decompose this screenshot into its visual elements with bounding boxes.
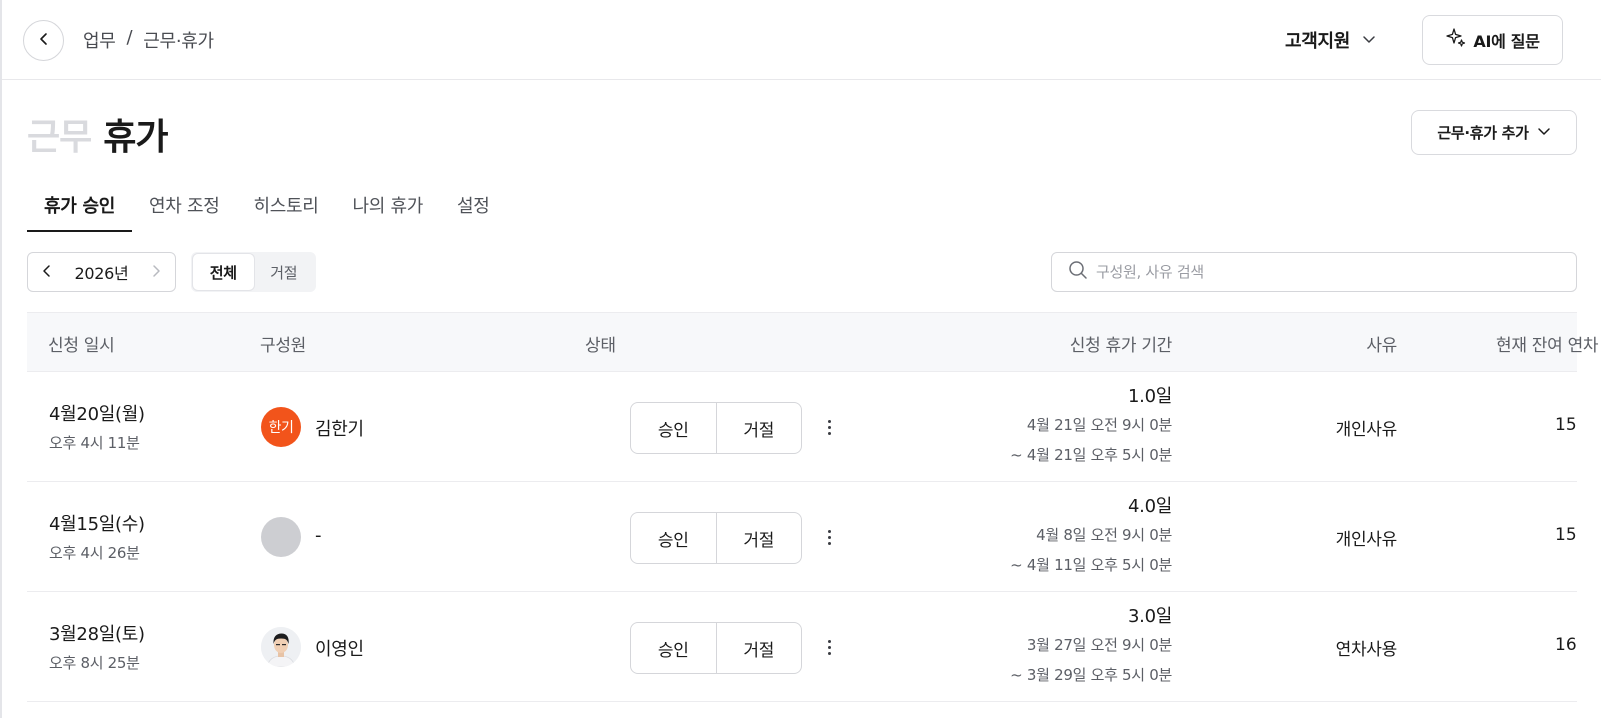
request-time: 오후 4시 11분	[49, 434, 140, 452]
more-vertical-icon[interactable]	[817, 520, 841, 554]
approve-button[interactable]: 승인	[631, 623, 716, 673]
leave-start: 4월 21일 오전 9시 0분	[1026, 416, 1172, 434]
search-icon	[1068, 260, 1088, 284]
leave-end: ~ 4월 21일 오후 5시 0분	[1010, 446, 1172, 464]
tab-leave-approval[interactable]: 휴가 승인	[27, 182, 133, 232]
org-name: 고객지원	[1285, 31, 1351, 52]
approve-button[interactable]: 승인	[631, 403, 716, 453]
request-date: 3월28일(토)	[49, 624, 145, 645]
approval-actions: 승인 거절	[630, 512, 802, 564]
next-year-button[interactable]	[149, 263, 163, 282]
top-bar: 업무 / 근무·휴가 고객지원 AI에 질문	[2, 0, 1601, 80]
request-date: 4월15일(수)	[49, 514, 145, 535]
filter-all[interactable]: 전체	[193, 254, 254, 290]
col-remaining-leave[interactable]: 현재 잔여 연차	[1496, 331, 1599, 356]
leave-period: 3.0일 3월 27일 오전 9시 0분 ~ 3월 29일 오후 5시 0분	[1010, 604, 1172, 690]
filter-rejected[interactable]: 거절	[254, 254, 315, 290]
search-box	[1051, 252, 1577, 292]
leave-reason: 개인사유	[1335, 420, 1398, 440]
avatar: 한기	[261, 407, 301, 447]
col-reason[interactable]: 사유	[1366, 331, 1397, 356]
leave-reason: 개인사유	[1335, 530, 1398, 550]
page-title: 근무 휴가	[27, 108, 169, 160]
request-date: 4월20일(월)	[49, 404, 145, 425]
title-leave[interactable]: 휴가	[103, 108, 168, 160]
ai-question-label: AI에 질문	[1473, 32, 1540, 51]
breadcrumb-separator: /	[126, 27, 133, 48]
remaining-leave: 15	[1555, 415, 1577, 435]
leave-start: 4월 8일 오전 9시 0분	[1036, 526, 1172, 544]
add-work-leave-label: 근무·휴가 추가	[1437, 124, 1529, 142]
member-name[interactable]: 김한기	[315, 415, 364, 441]
member-name[interactable]: -	[315, 525, 322, 546]
table-row[interactable]: 3월28일(토) 오후 8시 25분 이영인 승인 거절 3.0일 3월 27일…	[27, 592, 1577, 702]
leave-period: 4.0일 4월 8일 오전 9시 0분 ~ 4월 11일 오후 5시 0분	[1010, 494, 1172, 580]
more-vertical-icon[interactable]	[817, 630, 841, 664]
table-header: 신청 일시 구성원 상태 신청 휴가 기간 사유 현재 잔여 연차	[27, 312, 1599, 372]
left-border	[0, 0, 2, 718]
avatar-photo	[261, 627, 301, 667]
sparkle-icon	[1445, 27, 1467, 53]
tab-my-leave[interactable]: 나의 휴가	[336, 182, 440, 232]
avatar	[261, 517, 301, 557]
request-time: 오후 4시 26분	[49, 544, 140, 562]
reject-button[interactable]: 거절	[715, 403, 802, 453]
breadcrumb-item-work[interactable]: 업무	[83, 27, 116, 53]
tab-settings[interactable]: 설정	[440, 182, 507, 232]
leave-end: ~ 4월 11일 오후 5시 0분	[1010, 556, 1172, 574]
add-work-leave-button[interactable]: 근무·휴가 추가	[1411, 110, 1577, 155]
chevron-down-icon	[1537, 124, 1551, 142]
tab-bar: 휴가 승인 연차 조정 히스토리 나의 휴가 설정	[27, 182, 507, 232]
leave-days: 4.0일	[1128, 496, 1172, 517]
reject-button[interactable]: 거절	[715, 513, 802, 563]
remaining-leave: 16	[1555, 635, 1577, 655]
leave-end: ~ 3월 29일 오후 5시 0분	[1010, 666, 1172, 684]
chevron-left-icon	[37, 31, 51, 50]
tab-annual-adjustment[interactable]: 연차 조정	[132, 182, 236, 232]
org-selector[interactable]: 고객지원	[1285, 27, 1376, 53]
col-member[interactable]: 구성원	[260, 331, 306, 356]
title-work[interactable]: 근무	[27, 108, 92, 160]
reject-button[interactable]: 거절	[715, 623, 802, 673]
leave-start: 3월 27일 오전 9시 0분	[1026, 636, 1172, 654]
table-row[interactable]: 4월20일(월) 오후 4시 11분 한기 김한기 승인 거절 1.0일 4월 …	[27, 372, 1577, 482]
col-request-date[interactable]: 신청 일시	[48, 331, 115, 356]
remaining-leave: 15	[1555, 525, 1577, 545]
breadcrumb-item-work-leave[interactable]: 근무·휴가	[143, 27, 214, 53]
approve-button[interactable]: 승인	[631, 513, 716, 563]
col-status[interactable]: 상태	[585, 331, 616, 356]
avatar-initials: 한기	[268, 420, 294, 436]
approval-actions: 승인 거절	[630, 402, 802, 454]
ai-question-button[interactable]: AI에 질문	[1422, 15, 1563, 65]
leave-reason: 연차사용	[1335, 640, 1398, 660]
leave-period: 1.0일 4월 21일 오전 9시 0분 ~ 4월 21일 오후 5시 0분	[1010, 384, 1172, 470]
leave-days: 1.0일	[1128, 386, 1172, 407]
more-vertical-icon[interactable]	[817, 410, 841, 444]
prev-year-button[interactable]	[40, 263, 54, 282]
request-time: 오후 8시 25분	[49, 654, 140, 672]
year-value: 2026년	[74, 264, 129, 283]
col-leave-period[interactable]: 신청 휴가 기간	[1070, 331, 1173, 356]
search-input[interactable]	[1096, 263, 1536, 281]
tab-history[interactable]: 히스토리	[236, 182, 335, 232]
leave-days: 3.0일	[1128, 606, 1172, 627]
member-name[interactable]: 이영인	[315, 635, 364, 661]
table-row[interactable]: 4월15일(수) 오후 4시 26분 - 승인 거절 4.0일 4월 8일 오전…	[27, 482, 1577, 592]
year-picker: 2026년	[27, 252, 176, 292]
approval-actions: 승인 거절	[630, 622, 802, 674]
status-filter: 전체 거절	[191, 252, 316, 292]
breadcrumb: 업무 / 근무·휴가	[83, 27, 214, 53]
chevron-down-icon	[1362, 30, 1376, 51]
back-button[interactable]	[23, 20, 64, 61]
